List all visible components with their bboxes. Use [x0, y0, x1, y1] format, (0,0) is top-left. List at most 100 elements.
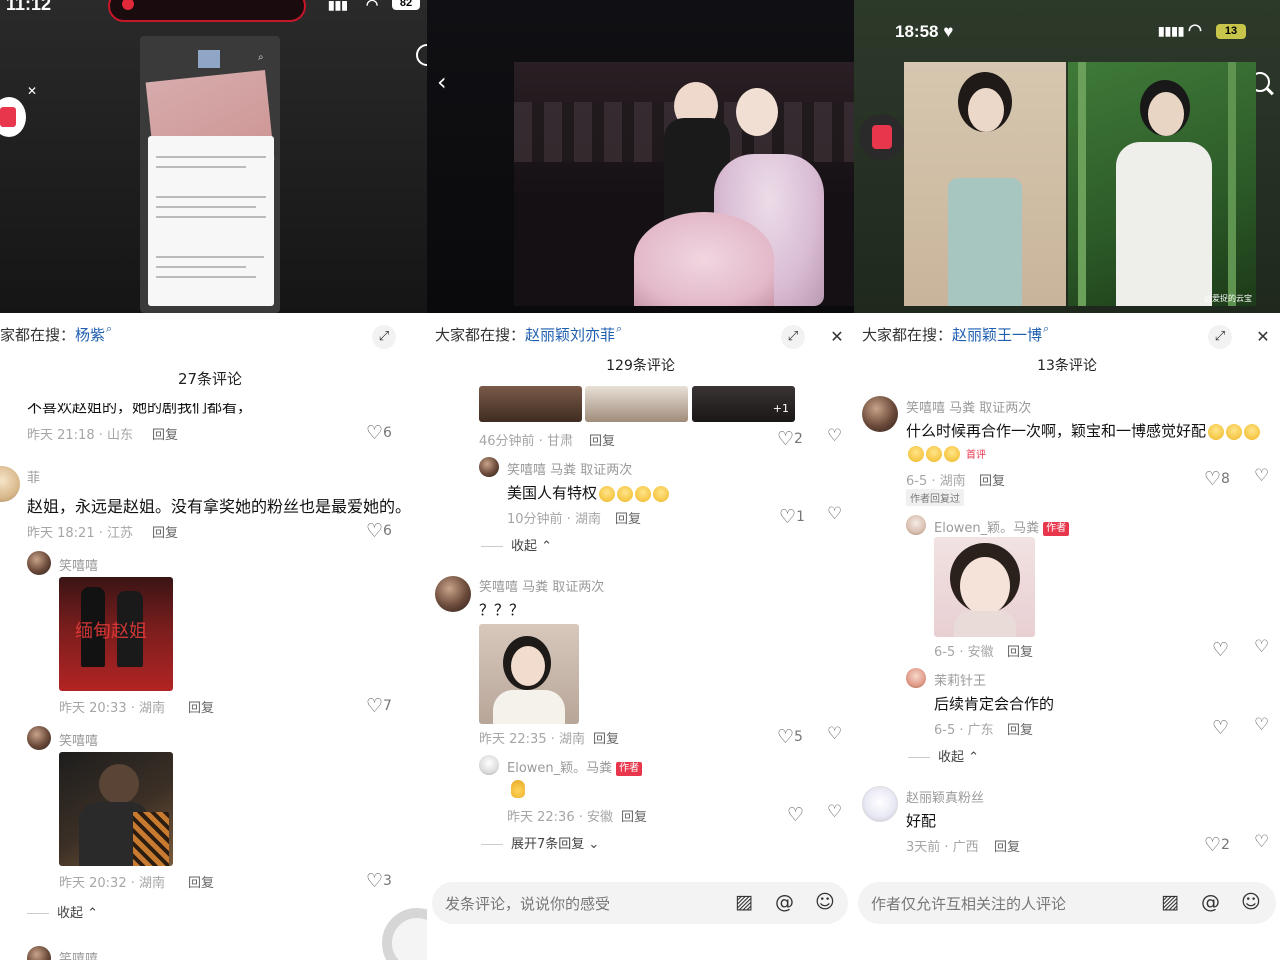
- mention-icon[interactable]: @: [1201, 891, 1220, 913]
- collapse-replies[interactable]: 收起 ⌃: [27, 902, 98, 921]
- dislike-icon[interactable]: ♡: [1254, 832, 1269, 852]
- comment-image[interactable]: [479, 386, 582, 422]
- avatar[interactable]: [27, 726, 51, 750]
- trending-keyword[interactable]: 赵丽颖王一博: [952, 324, 1042, 345]
- comment-image[interactable]: 缅甸赵姐: [59, 577, 173, 691]
- username[interactable]: 笑嘻嘻 马粪 取证两次: [479, 576, 604, 595]
- close-icon[interactable]: ✕: [1251, 325, 1275, 349]
- heart-icon: ♡: [366, 870, 384, 892]
- event-photo[interactable]: [514, 62, 854, 306]
- video-area[interactable]: 11:12 ▮▮▮ ◠ 82 ✕ ⌕: [0, 0, 427, 313]
- like-button[interactable]: ♡6: [366, 420, 392, 444]
- like-button[interactable]: ♡: [787, 802, 804, 826]
- reply-button[interactable]: 回复: [152, 424, 178, 443]
- comment-input[interactable]: 作者仅允许互相关注的人评论 ▨ @ ☺: [858, 882, 1276, 924]
- avatar[interactable]: [479, 755, 499, 775]
- trending-search[interactable]: 家都在搜： 杨紫 ⌕: [0, 315, 427, 353]
- comment-image[interactable]: [585, 386, 688, 422]
- reply-button[interactable]: 回复: [621, 806, 647, 825]
- avatar[interactable]: [27, 946, 51, 960]
- crying-emoji-icon: [653, 485, 670, 502]
- dislike-icon[interactable]: ♡: [827, 504, 842, 524]
- collapse-replies[interactable]: 收起 ⌃: [481, 535, 552, 554]
- like-button[interactable]: ♡5: [777, 724, 803, 748]
- reply-button[interactable]: 回复: [979, 470, 1005, 489]
- like-count: 2: [1221, 837, 1230, 853]
- avatar[interactable]: [906, 668, 926, 688]
- dislike-icon[interactable]: ♡: [827, 426, 842, 446]
- back-icon[interactable]: ‹: [437, 70, 447, 94]
- reply-button[interactable]: 回复: [1007, 641, 1033, 660]
- username[interactable]: 茉莉针王: [934, 670, 986, 689]
- avatar[interactable]: [27, 551, 51, 575]
- image-icon[interactable]: ▨: [735, 891, 753, 913]
- refresh-icon[interactable]: [416, 44, 427, 66]
- username-row[interactable]: Elowen_颖。马粪 作者: [934, 517, 1070, 536]
- comment-input[interactable]: 发条评论，说说你的感受 ▨ @ ☺: [432, 882, 848, 924]
- dislike-icon[interactable]: ♡: [827, 724, 842, 744]
- reply-button[interactable]: 回复: [593, 728, 619, 747]
- dislike-icon[interactable]: ♡: [1254, 637, 1269, 657]
- mention-icon[interactable]: @: [775, 891, 794, 913]
- reply-button[interactable]: 回复: [615, 508, 641, 527]
- username[interactable]: 笑嘻嘻 马粪 取证两次: [906, 397, 1031, 416]
- like-button[interactable]: ♡8: [1204, 466, 1230, 490]
- reply-button[interactable]: 回复: [1007, 719, 1033, 738]
- avatar[interactable]: [862, 396, 898, 432]
- trending-keyword[interactable]: 杨紫: [75, 324, 105, 345]
- expand-icon[interactable]: ⤢: [372, 325, 396, 349]
- avatar[interactable]: [0, 466, 20, 502]
- reply-button[interactable]: 回复: [589, 430, 615, 449]
- like-button[interactable]: ♡7: [366, 693, 392, 717]
- emoji-icon[interactable]: ☺: [815, 891, 835, 913]
- collapse-replies[interactable]: 收起 ⌃: [908, 746, 979, 765]
- comment-count: 27条评论: [177, 370, 243, 388]
- username[interactable]: 菲: [27, 467, 40, 486]
- reply-button[interactable]: 回复: [188, 872, 214, 891]
- comment-image[interactable]: [479, 624, 579, 724]
- username[interactable]: 笑嘻嘻: [59, 948, 98, 960]
- username[interactable]: 赵丽颖真粉丝: [906, 787, 984, 806]
- emoji-icon[interactable]: ☺: [1241, 891, 1261, 913]
- avatar[interactable]: [906, 515, 926, 535]
- like-button[interactable]: ♡2: [1204, 832, 1230, 856]
- comment-text: 好配: [906, 812, 937, 830]
- like-button[interactable]: ♡1: [779, 504, 805, 528]
- expand-icon[interactable]: ⤢: [781, 325, 805, 349]
- close-icon[interactable]: ✕: [825, 325, 849, 349]
- expand-replies[interactable]: 展开7条回复 ⌄: [481, 833, 599, 852]
- avatar[interactable]: [435, 576, 471, 612]
- username-row[interactable]: Elowen_颖。马粪 作者: [507, 757, 643, 776]
- avatar[interactable]: [479, 457, 499, 477]
- close-icon[interactable]: ✕: [27, 84, 37, 98]
- red-packet-button[interactable]: [0, 97, 26, 137]
- like-button[interactable]: ♡2: [777, 426, 803, 450]
- panel-middle: ‹ 大家都在搜： 赵丽颖刘亦菲 ⌕ ⤢ ✕ 129条评论 +1 46分钟前 · …: [427, 0, 854, 960]
- photo-area[interactable]: 18:58 ♥ ▮▮▮▮ ◠ 13 ✕ @爱捉的云宝: [854, 0, 1280, 313]
- username[interactable]: 笑嘻嘻: [59, 730, 98, 749]
- comment-image[interactable]: +1: [692, 386, 795, 422]
- avatar[interactable]: [862, 786, 898, 822]
- like-button[interactable]: ♡: [1212, 715, 1229, 739]
- expand-icon[interactable]: ⤢: [1208, 325, 1232, 349]
- comment-image[interactable]: [934, 537, 1035, 637]
- trending-keyword[interactable]: 赵丽颖刘亦菲: [525, 324, 615, 345]
- photo-left[interactable]: [904, 62, 1066, 306]
- photo-area[interactable]: ‹: [427, 0, 854, 313]
- dislike-icon[interactable]: ♡: [1254, 715, 1269, 735]
- image-icon[interactable]: ▨: [1161, 891, 1179, 913]
- red-packet-button[interactable]: [859, 114, 905, 160]
- username[interactable]: 笑嘻嘻 马粪 取证两次: [507, 459, 632, 478]
- floating-ball[interactable]: [382, 908, 427, 960]
- reply-button[interactable]: 回复: [188, 697, 214, 716]
- dislike-icon[interactable]: ♡: [827, 802, 842, 822]
- dislike-icon[interactable]: ♡: [1254, 466, 1269, 486]
- reply-button[interactable]: 回复: [994, 836, 1020, 855]
- photo-right[interactable]: @爱捉的云宝: [1068, 62, 1256, 306]
- reply-button[interactable]: 回复: [152, 522, 178, 541]
- comment-image[interactable]: [59, 752, 173, 866]
- like-button[interactable]: ♡6: [366, 518, 392, 542]
- username[interactable]: 笑嘻嘻: [59, 555, 98, 574]
- like-button[interactable]: ♡: [1212, 637, 1229, 661]
- like-button[interactable]: ♡3: [366, 868, 392, 892]
